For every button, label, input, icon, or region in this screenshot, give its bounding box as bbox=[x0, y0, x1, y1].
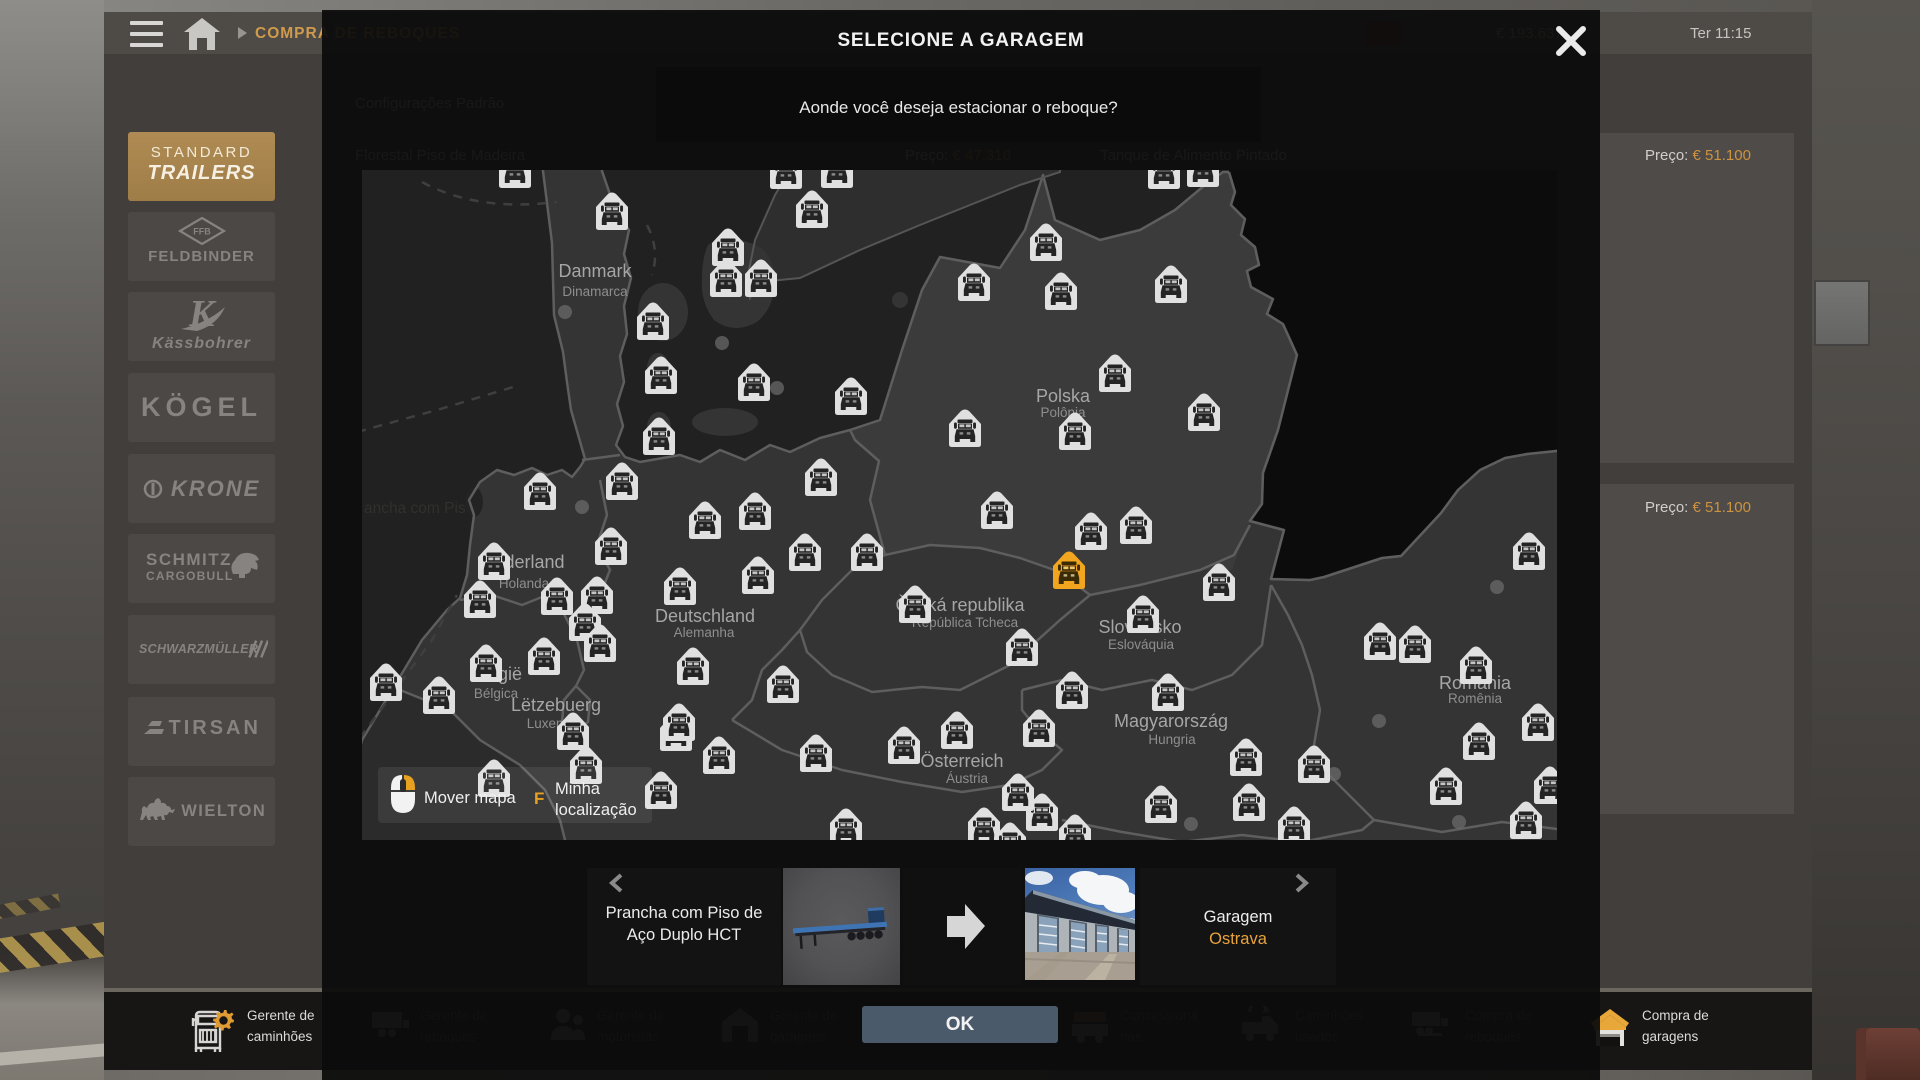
svg-text:Áustria: Áustria bbox=[946, 771, 989, 786]
svg-text:Eslováquia: Eslováquia bbox=[1108, 637, 1175, 652]
svg-text:Danmark: Danmark bbox=[558, 261, 632, 281]
svg-text:Alemanha: Alemanha bbox=[674, 625, 735, 640]
svg-text:Polska: Polska bbox=[1036, 386, 1091, 406]
svg-text:Romênia: Romênia bbox=[1448, 691, 1503, 706]
svg-text:Lëtzebuerg: Lëtzebuerg bbox=[511, 695, 601, 715]
svg-text:FFB: FFB bbox=[193, 227, 211, 237]
svg-text:Österreich: Österreich bbox=[920, 751, 1003, 771]
svg-text:F: F bbox=[534, 789, 544, 808]
svg-text:Magyarország: Magyarország bbox=[1114, 711, 1228, 731]
svg-text:Dinamarca: Dinamarca bbox=[562, 284, 628, 299]
svg-text:Minha: Minha bbox=[555, 780, 601, 798]
svg-text:Deutschland: Deutschland bbox=[655, 606, 755, 626]
svg-text:localização: localização bbox=[555, 801, 637, 819]
svg-text:Mover mapa: Mover mapa bbox=[424, 789, 517, 807]
svg-text:Hungria: Hungria bbox=[1148, 732, 1196, 747]
